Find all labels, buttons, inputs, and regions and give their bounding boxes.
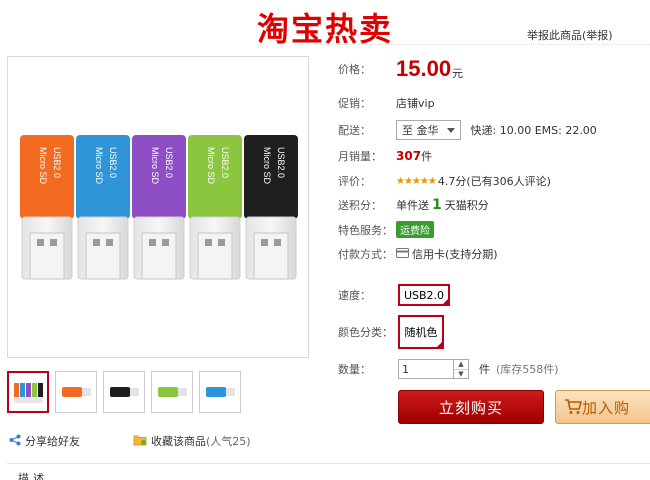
promo-label: 促销： bbox=[338, 97, 371, 110]
decrement-icon[interactable]: ▼ bbox=[454, 370, 468, 379]
sales-row: 月销量： 307 件 bbox=[338, 148, 432, 164]
quantity-row: 数量： 1 ▲ ▼ 件 (库存558件) bbox=[338, 359, 559, 379]
card-reader-3: Micro SD USB2.0 bbox=[132, 135, 186, 280]
color-label: 颜色分类： bbox=[338, 326, 393, 339]
favorite-link[interactable]: 收藏该商品 (人气25) bbox=[133, 433, 251, 449]
add-to-cart-button[interactable]: 加入购 bbox=[555, 390, 650, 424]
stock-count: (库存558件) bbox=[496, 363, 559, 376]
report-link[interactable]: 举报此商品(举报) bbox=[527, 27, 613, 43]
credit-card-icon bbox=[396, 247, 409, 261]
shipping-row: 配送： 至 金华 快递: 10.00 EMS: 22.00 bbox=[338, 120, 597, 140]
cart-icon bbox=[564, 399, 583, 419]
price-row: 价格： 15.00 元 bbox=[338, 56, 463, 82]
speed-option-label: USB2.0 bbox=[403, 288, 445, 302]
chevron-down-icon bbox=[446, 127, 455, 133]
divider bbox=[320, 44, 650, 45]
rating-stars-icon: ★★★★★ bbox=[396, 175, 437, 187]
rating-label: 评价： bbox=[338, 175, 371, 188]
share-link[interactable]: 分享给好友 bbox=[9, 433, 80, 449]
payment-label: 付款方式： bbox=[338, 248, 393, 261]
card-reader-text: USB2.0 bbox=[52, 147, 62, 178]
promo-value: 店铺vip bbox=[396, 97, 435, 110]
color-option-random[interactable]: 随机色 ✓ bbox=[398, 315, 444, 349]
price-label: 价格： bbox=[338, 63, 371, 76]
sales-label: 月销量： bbox=[338, 150, 382, 163]
points-suffix: 天猫积分 bbox=[444, 199, 489, 212]
product-photo: Micro SD USB2.0 Micro SD USB2.0 Micro SD USB2… bbox=[20, 135, 298, 280]
sales-value: 307 bbox=[396, 149, 422, 163]
points-value: 1 bbox=[432, 197, 442, 213]
card-reader-4: Micro SD USB2.0 bbox=[188, 135, 242, 280]
shipping-fees: 快递: 10.00 EMS: 22.00 bbox=[470, 124, 597, 137]
description-tab[interactable]: 描述 bbox=[18, 470, 48, 480]
folder-star-icon bbox=[133, 434, 147, 449]
ship-destination-select[interactable]: 至 金华 bbox=[396, 120, 461, 140]
card-reader-text: USB2.0 bbox=[164, 147, 174, 178]
check-icon: ✓ bbox=[436, 340, 442, 348]
shipping-label: 配送： bbox=[338, 124, 371, 137]
thumbnail-3[interactable] bbox=[103, 371, 145, 413]
card-reader-text: Micro SD bbox=[38, 147, 48, 185]
rating-row: 评价： ★★★★★ 4.7分(已有306人评论) bbox=[338, 173, 551, 189]
buy-now-button[interactable]: 立刻购买 bbox=[398, 390, 544, 424]
card-reader-text: Micro SD bbox=[262, 147, 272, 185]
card-reader-text: USB2.0 bbox=[220, 147, 230, 178]
points-prefix: 单件送 bbox=[396, 199, 429, 212]
card-reader-text: USB2.0 bbox=[108, 147, 118, 178]
popularity-count: (人气25) bbox=[206, 435, 251, 448]
service-label: 特色服务： bbox=[338, 223, 393, 237]
share-icon bbox=[9, 434, 21, 449]
speed-row: 速度： USB2.0 ✓ bbox=[338, 284, 450, 306]
price-unit: 元 bbox=[452, 67, 464, 80]
sales-unit: 件 bbox=[421, 150, 433, 163]
card-reader-text: Micro SD bbox=[94, 147, 104, 185]
speed-label: 速度： bbox=[338, 289, 371, 302]
speed-option-usb2[interactable]: USB2.0 ✓ bbox=[398, 284, 450, 306]
share-label: 分享给好友 bbox=[25, 435, 80, 448]
main-product-image: Micro SD USB2.0 Micro SD USB2.0 Micro SD USB2… bbox=[7, 56, 309, 358]
payment-row: 付款方式： 信用卡(支持分期) bbox=[338, 246, 498, 262]
service-row: 特色服务： 运费险 bbox=[338, 221, 434, 238]
card-reader-text: Micro SD bbox=[150, 147, 160, 185]
service-badge[interactable]: 运费险 bbox=[396, 221, 434, 238]
points-label: 送积分： bbox=[338, 199, 382, 212]
add-to-cart-label: 加入购 bbox=[582, 398, 631, 417]
footer-divider bbox=[7, 463, 650, 464]
card-reader-2: Micro SD USB2.0 bbox=[76, 135, 130, 280]
points-row: 送积分： 单件送 1 天猫积分 bbox=[338, 197, 489, 213]
rating-text[interactable]: 4.7分(已有306人评论) bbox=[438, 173, 551, 189]
card-reader-text: Micro SD bbox=[206, 147, 216, 185]
thumbnail-2[interactable] bbox=[55, 371, 97, 413]
payment-value: 信用卡(支持分期) bbox=[412, 248, 498, 261]
price-value: 15.00 bbox=[396, 56, 452, 81]
card-reader-text: USB2.0 bbox=[276, 147, 286, 178]
color-row: 颜色分类： 随机色 ✓ bbox=[338, 315, 444, 349]
thumbnail-4[interactable] bbox=[151, 371, 193, 413]
promo-row: 促销： 店铺vip bbox=[338, 95, 435, 111]
quantity-stepper[interactable]: ▲ ▼ bbox=[454, 359, 469, 379]
thumbnail-5[interactable] bbox=[199, 371, 241, 413]
card-reader-5: Micro SD USB2.0 bbox=[244, 135, 298, 280]
quantity-label: 数量： bbox=[338, 363, 371, 376]
favorite-label: 收藏该商品 bbox=[151, 435, 206, 448]
card-reader-1: Micro SD USB2.0 bbox=[20, 135, 74, 280]
increment-icon[interactable]: ▲ bbox=[454, 360, 468, 370]
ship-destination-value: 至 金华 bbox=[402, 124, 439, 137]
color-option-label: 随机色 bbox=[404, 326, 438, 339]
check-icon: ✓ bbox=[442, 297, 448, 305]
quantity-input[interactable]: 1 bbox=[398, 359, 454, 379]
thumbnail-1[interactable] bbox=[7, 371, 49, 413]
quantity-unit: 件 bbox=[479, 363, 490, 376]
